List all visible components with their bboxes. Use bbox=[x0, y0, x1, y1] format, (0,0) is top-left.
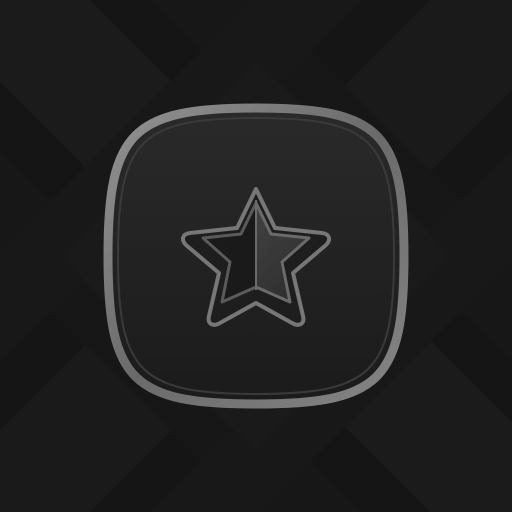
app-icon-canvas bbox=[0, 0, 512, 512]
half-star-icon bbox=[103, 103, 409, 409]
